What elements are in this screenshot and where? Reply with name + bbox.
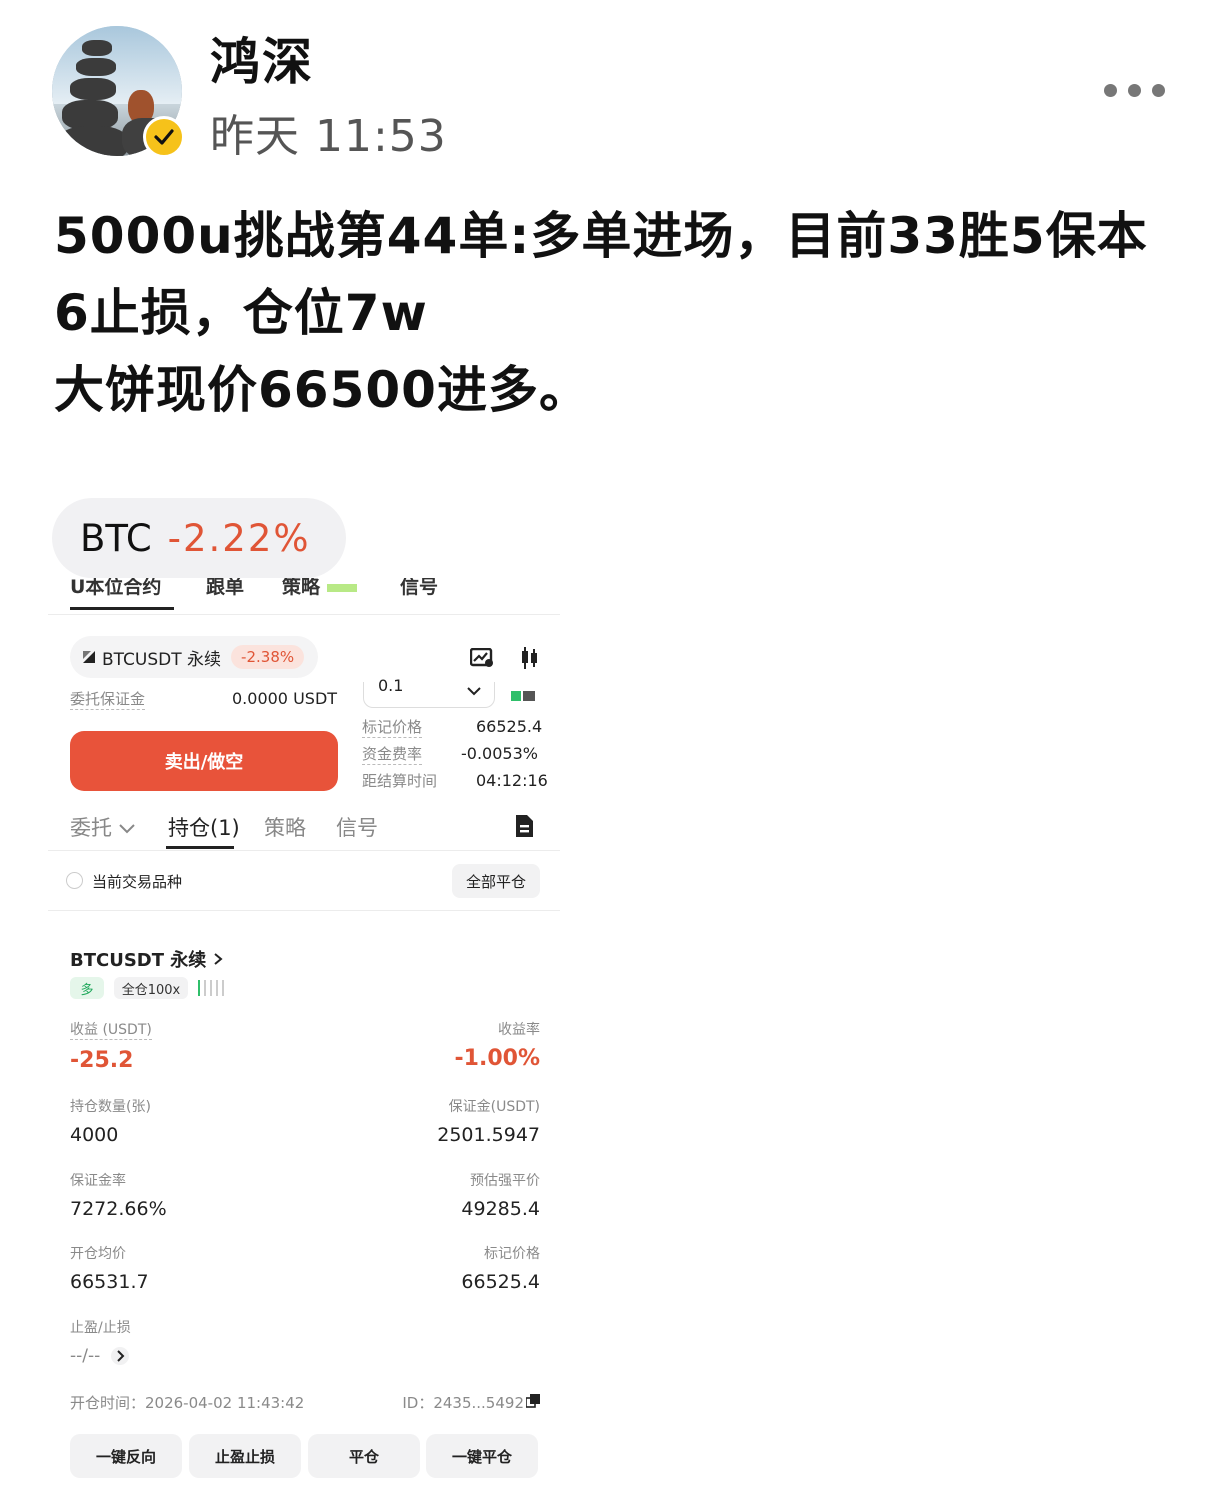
entry-price-label: 开仓均价 [70, 1246, 126, 1262]
position-subtabs: 委托 持仓(1) 策略 信号 [70, 810, 540, 850]
post-body: 5000u挑战第44单:多单进场，目前33胜5保本6止损，仓位7w 大饼现价66… [54, 207, 1148, 419]
entry-price-value: 66531.7 [70, 1271, 149, 1293]
close-all-button[interactable]: 全部平仓 [452, 864, 540, 898]
chart-settings-icon[interactable] [469, 647, 494, 672]
position-id: ID：2435...5492 [402, 1394, 524, 1412]
pair-change: -2.38% [231, 645, 305, 669]
current-symbol-label: 当前交易品种 [92, 873, 183, 891]
tpsl-value[interactable]: --/-- [70, 1346, 130, 1366]
chevron-right-icon [110, 1347, 129, 1365]
tab-strategy[interactable]: 策略 [282, 578, 357, 599]
divider [48, 910, 560, 911]
tab-usdt-futures[interactable]: U本位合约 [70, 578, 161, 599]
pnl-value: -25.2 [70, 1048, 134, 1073]
margin-value: 2501.5947 [437, 1124, 540, 1146]
tpsl-label: 止盈/止损 [70, 1320, 131, 1336]
verified-check-icon [143, 116, 185, 158]
pair-name: BTCUSDT 永续 [102, 649, 222, 670]
liq-price-label: 预估强平价 [470, 1173, 540, 1189]
position-title[interactable]: BTCUSDT 永续 [70, 946, 223, 972]
pnl-label: 收益 (USDT) [70, 1019, 152, 1040]
tab-positions[interactable]: 持仓(1) [168, 812, 240, 842]
subtab-underline [166, 846, 234, 849]
position-title-text: BTCUSDT 永续 [70, 950, 207, 971]
leverage-tag: 全仓100x [114, 977, 188, 999]
tab-copy-trade[interactable]: 跟单 [206, 578, 244, 599]
settle-time-label: 距结算时间 [362, 772, 438, 790]
copy-icon[interactable] [526, 1394, 540, 1408]
tpsl-button[interactable]: 止盈止损 [189, 1434, 301, 1478]
close-position-button[interactable]: 平仓 [308, 1434, 420, 1478]
funding-rate-label: 资金费率 [362, 745, 423, 765]
top-tabs: U本位合约 跟单 策略 信号 [70, 578, 560, 612]
mark-price-label: 标记价格 [362, 718, 423, 738]
open-time: 开仓时间：2026-04-02 11:43:42 [70, 1394, 305, 1412]
ticker-change: -2.22% [167, 516, 311, 560]
reverse-button[interactable]: 一键反向 [70, 1434, 182, 1478]
current-symbol-radio[interactable] [66, 872, 83, 889]
long-tag: 多 [70, 977, 104, 999]
mark-price-pos-label: 标记价格 [484, 1246, 540, 1262]
tab-orders[interactable]: 委托 [70, 812, 136, 842]
document-icon[interactable] [514, 814, 534, 838]
author-name[interactable]: 鸿深 [210, 22, 314, 94]
order-margin-value: 0.0000 USDT [232, 689, 338, 708]
liq-price-value: 49285.4 [461, 1198, 540, 1220]
size-label: 持仓数量(张) [70, 1099, 151, 1115]
divider [48, 850, 560, 851]
pair-selector[interactable]: BTCUSDT 永续 -2.38% [70, 636, 319, 678]
funding-rate-value: -0.0053% [461, 744, 538, 763]
new-tag [326, 583, 357, 592]
order-margin-label: 委托保证金 [70, 690, 146, 710]
ticker-symbol: BTC [80, 516, 152, 560]
sell-short-button[interactable]: 卖出/做空 [70, 731, 338, 791]
more-horizontal-icon[interactable] [1104, 84, 1165, 97]
tab-underline [70, 607, 174, 610]
quick-close-button[interactable]: 一键平仓 [426, 1434, 538, 1478]
chevron-down-icon [467, 687, 481, 696]
chevron-down-icon [119, 824, 135, 834]
post-time: 昨天 11:53 [210, 111, 447, 162]
tab-signal-sub[interactable]: 信号 [336, 812, 378, 842]
qty-value: 0.1 [378, 676, 404, 695]
chevron-right-icon [213, 953, 223, 965]
candlestick-icon[interactable] [520, 646, 540, 674]
margin-ratio-label: 保证金率 [70, 1173, 126, 1189]
tab-orders-label: 委托 [70, 816, 112, 840]
tab-strategy-label: 策略 [282, 578, 321, 598]
tpsl-value-text: --/-- [70, 1346, 101, 1366]
trade-screenshot: U本位合约 跟单 策略 信号 BTCUSDT 永续 -2.38% 委托保证金 0… [48, 578, 560, 1478]
swap-icon [83, 651, 95, 663]
margin-label: 保证金(USDT) [448, 1099, 540, 1115]
size-value: 4000 [70, 1124, 119, 1146]
roe-value: -1.00% [454, 1046, 540, 1071]
margin-ratio-value: 7272.66% [70, 1198, 167, 1220]
ticker-pill[interactable]: BTC -2.22% [52, 498, 346, 578]
divider [48, 614, 560, 615]
mark-price-pos-value: 66525.4 [461, 1271, 540, 1293]
layout-toggle-icon[interactable] [510, 688, 536, 707]
tab-strategy-sub[interactable]: 策略 [264, 812, 306, 842]
settle-time-value: 04:12:16 [476, 771, 548, 790]
mark-price-value: 66525.4 [476, 717, 543, 736]
tab-signal[interactable]: 信号 [400, 578, 438, 599]
qty-select[interactable]: 0.1 [363, 676, 495, 708]
risk-level-bars [198, 980, 224, 996]
roe-label: 收益率 [498, 1022, 540, 1038]
